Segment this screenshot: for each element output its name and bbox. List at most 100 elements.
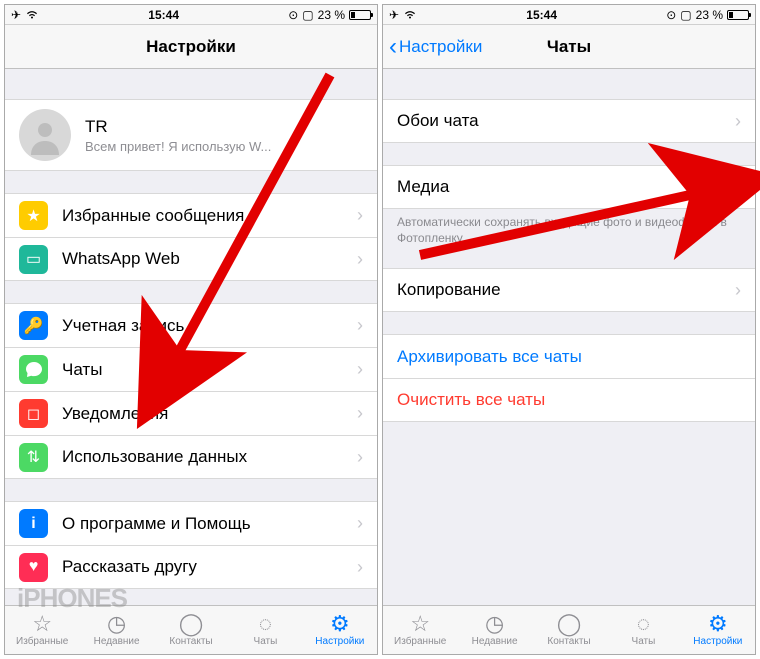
- battery-percent: 23 %: [318, 8, 345, 22]
- gear-icon: ⚙: [330, 613, 350, 635]
- wifi-icon: [403, 8, 417, 22]
- chats-row[interactable]: Чаты ›: [5, 347, 377, 391]
- clock-icon: ◷: [485, 613, 504, 635]
- info-icon: i: [19, 509, 48, 538]
- notifications-row[interactable]: ◻ Уведомления ›: [5, 391, 377, 435]
- archive-label: Архивировать все чаты: [397, 347, 741, 367]
- tab-label: Контакты: [547, 636, 590, 647]
- watermark: iPHONES: [17, 583, 127, 614]
- tab-label: Избранные: [394, 636, 446, 647]
- status-bar: ✈ 15:44 ⊙ ▢ 23 %: [5, 5, 377, 25]
- archive-all-row[interactable]: Архивировать все чаты: [383, 334, 755, 378]
- tab-contacts[interactable]: ◯ Контакты: [154, 606, 228, 654]
- media-footer: Автоматически сохранять входящие фото и …: [383, 209, 755, 246]
- battery-percent: 23 %: [696, 8, 723, 22]
- tab-chats[interactable]: ◌ Чаты: [606, 606, 680, 654]
- media-toggle[interactable]: [690, 172, 741, 203]
- person-icon: ◯: [557, 613, 582, 635]
- nav-title: Чаты: [547, 37, 591, 57]
- status-time: 15:44: [148, 8, 179, 22]
- profile-status: Всем привет! Я использую W...: [85, 139, 271, 154]
- chevron-left-icon: ‹: [389, 33, 397, 61]
- data-usage-row[interactable]: ⇅ Использование данных ›: [5, 435, 377, 479]
- battery-icon: [349, 10, 371, 20]
- whatsapp-web-row[interactable]: ▭ WhatsApp Web ›: [5, 237, 377, 281]
- chevron-icon: ›: [735, 111, 741, 132]
- lock-icon: ⊙: [666, 8, 676, 22]
- star-outline-icon: ☆: [410, 613, 430, 635]
- chat-icon: [19, 355, 48, 384]
- chevron-icon: ›: [357, 447, 363, 468]
- tab-contacts[interactable]: ◯ Контакты: [532, 606, 606, 654]
- tab-label: Настройки: [693, 636, 742, 647]
- tab-label: Недавние: [472, 636, 518, 647]
- avatar-icon: [19, 109, 71, 161]
- phone-left: ✈ 15:44 ⊙ ▢ 23 % Настройки TR Всем приве…: [4, 4, 378, 655]
- chevron-icon: ›: [357, 403, 363, 424]
- tab-settings[interactable]: ⚙ Настройки: [681, 606, 755, 654]
- nav-bar: ‹ Настройки Чаты: [383, 25, 755, 69]
- settings-content: TR Всем привет! Я использую W... ★ Избра…: [5, 69, 377, 605]
- photo-icon: ▢: [680, 8, 691, 22]
- status-bar: ✈ 15:44 ⊙ ▢ 23 %: [383, 5, 755, 25]
- notifications-icon: ◻: [19, 399, 48, 428]
- tab-chats[interactable]: ◌ Чаты: [228, 606, 302, 654]
- gear-icon: ⚙: [708, 613, 728, 635]
- tab-label: Недавние: [94, 636, 140, 647]
- tab-bar: ☆ Избранные ◷ Недавние ◯ Контакты ◌ Чаты…: [383, 605, 755, 654]
- profile-row[interactable]: TR Всем привет! Я использую W...: [5, 99, 377, 171]
- profile-name: TR: [85, 117, 271, 137]
- wallpaper-label: Обои чата: [397, 111, 729, 131]
- web-label: WhatsApp Web: [62, 249, 351, 269]
- starred-row[interactable]: ★ Избранные сообщения ›: [5, 193, 377, 237]
- desktop-icon: ▭: [19, 245, 48, 274]
- chats-settings-content: Обои чата › Медиа Автоматически сохранят…: [383, 69, 755, 605]
- account-label: Учетная запись: [62, 316, 351, 336]
- tell-label: Рассказать другу: [62, 557, 351, 577]
- airplane-icon: ✈: [389, 8, 399, 22]
- nav-bar: Настройки: [5, 25, 377, 69]
- about-label: О программе и Помощь: [62, 514, 351, 534]
- tab-settings[interactable]: ⚙ Настройки: [303, 606, 377, 654]
- media-row[interactable]: Медиа: [383, 165, 755, 209]
- lock-icon: ⊙: [288, 8, 298, 22]
- tab-recents[interactable]: ◷ Недавние: [457, 606, 531, 654]
- chats-label: Чаты: [62, 360, 351, 380]
- notifications-label: Уведомления: [62, 404, 351, 424]
- backup-label: Копирование: [397, 280, 729, 300]
- data-label: Использование данных: [62, 447, 351, 467]
- wallpaper-row[interactable]: Обои чата ›: [383, 99, 755, 143]
- tab-label: Настройки: [315, 636, 364, 647]
- tab-label: Чаты: [632, 636, 656, 647]
- starred-label: Избранные сообщения: [62, 206, 351, 226]
- chevron-icon: ›: [357, 205, 363, 226]
- chevron-icon: ›: [357, 359, 363, 380]
- star-icon: ★: [19, 201, 48, 230]
- chevron-icon: ›: [357, 315, 363, 336]
- key-icon: 🔑: [19, 311, 48, 340]
- media-label: Медиа: [397, 177, 690, 197]
- airplane-icon: ✈: [11, 8, 21, 22]
- star-outline-icon: ☆: [32, 613, 52, 635]
- data-icon: ⇅: [19, 443, 48, 472]
- backup-row[interactable]: Копирование ›: [383, 268, 755, 312]
- wifi-icon: [25, 8, 39, 22]
- chats-icon: ◌: [637, 613, 650, 635]
- account-row[interactable]: 🔑 Учетная запись ›: [5, 303, 377, 347]
- clock-icon: ◷: [107, 613, 126, 635]
- chevron-icon: ›: [735, 280, 741, 301]
- tab-favorites[interactable]: ☆ Избранные: [383, 606, 457, 654]
- back-button[interactable]: ‹ Настройки: [389, 33, 482, 61]
- about-row[interactable]: i О программе и Помощь ›: [5, 501, 377, 545]
- clear-all-row[interactable]: Очистить все чаты: [383, 378, 755, 422]
- chevron-icon: ›: [357, 249, 363, 270]
- clear-label: Очистить все чаты: [397, 390, 741, 410]
- status-time: 15:44: [526, 8, 557, 22]
- person-icon: ◯: [179, 613, 204, 635]
- chevron-icon: ›: [357, 513, 363, 534]
- tab-label: Чаты: [254, 636, 278, 647]
- tab-label: Контакты: [169, 636, 212, 647]
- battery-icon: [727, 10, 749, 20]
- nav-title: Настройки: [146, 37, 236, 57]
- tab-label: Избранные: [16, 636, 68, 647]
